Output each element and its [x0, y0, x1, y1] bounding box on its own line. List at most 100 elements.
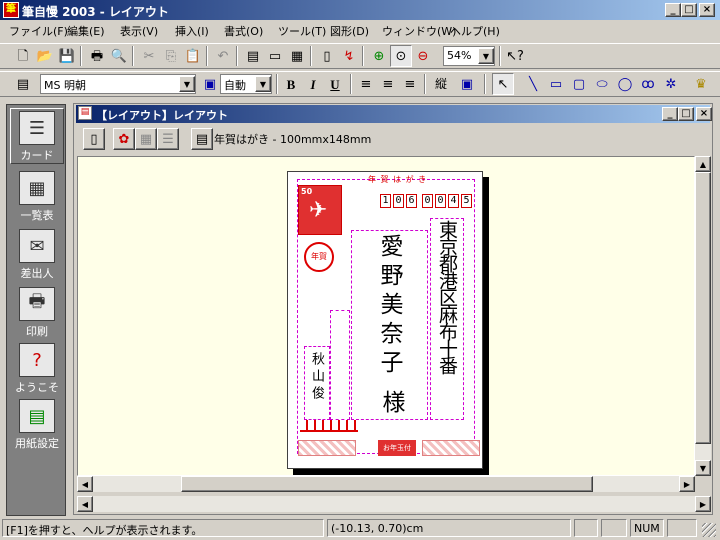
vscroll-thumb[interactable]	[695, 172, 711, 444]
stamp-image: 50 ✈	[298, 185, 342, 235]
horizontal-scrollbar[interactable]: ◀ ▶	[77, 476, 695, 492]
font-dropdown-icon[interactable]: ▼	[179, 76, 195, 92]
honorific: 様	[378, 390, 404, 413]
copy-icon[interactable]: ⎘	[160, 45, 182, 67]
table-view-icon[interactable]: ▦	[286, 45, 308, 67]
zip-digit[interactable]: 1	[380, 194, 391, 208]
grid-icon[interactable]: ▦	[135, 128, 157, 150]
decoration-icon[interactable]: ♛	[690, 73, 712, 95]
outer-horizontal-scrollbar[interactable]: ◀ ▶	[77, 496, 711, 512]
card-view-icon[interactable]: ▤	[242, 45, 264, 67]
zip-digit[interactable]: 0	[422, 194, 433, 208]
menu-window[interactable]: ウィンドウ(W)	[382, 23, 456, 39]
circle-tool-icon[interactable]: ◯	[614, 73, 636, 95]
sidebar-item-label: 印刷	[26, 325, 48, 338]
select-pointer-icon[interactable]: ↖	[492, 73, 514, 95]
align-center-icon[interactable]: ≡	[377, 73, 399, 95]
status-help-text: [F1]を押すと、ヘルプが表示されます。	[2, 519, 324, 537]
align-right-icon[interactable]: ≡	[399, 73, 421, 95]
layout-window: ▤ 【レイアウト】レイアウト _ □ × ▯ ✿ ▦ ☰ ▤ 年賀はがき - 1…	[73, 103, 713, 515]
save-icon[interactable]: 💾	[56, 45, 78, 67]
style-icon[interactable]: ▤	[12, 73, 34, 95]
paste-icon[interactable]: 📋	[182, 45, 204, 67]
sidebar-item-card[interactable]: ☰ カード	[10, 108, 64, 164]
address-text: 東京都港区麻布十番	[436, 220, 458, 373]
child-close-button[interactable]: ×	[696, 107, 712, 121]
frame-icon[interactable]: ▣	[456, 73, 478, 95]
outer-scroll-left-icon[interactable]: ◀	[77, 496, 93, 512]
close-button[interactable]: ×	[699, 3, 715, 17]
ellipse-tool-icon[interactable]: ⬭	[591, 73, 613, 95]
italic-button[interactable]: I	[302, 73, 324, 95]
effect-tool-icon[interactable]: ✲	[660, 73, 682, 95]
menu-view[interactable]: 表示(V)	[120, 23, 158, 39]
vertical-scrollbar[interactable]: ▲ ▼	[695, 156, 711, 476]
child-maximize-button[interactable]: □	[678, 107, 694, 121]
outer-scroll-right-icon[interactable]: ▶	[695, 496, 711, 512]
scroll-right-icon[interactable]: ▶	[679, 476, 695, 492]
rect-tool-icon[interactable]: ▭	[545, 73, 567, 95]
help-pointer-icon[interactable]: ↖?	[504, 45, 526, 67]
bold-button[interactable]: B	[280, 73, 302, 95]
menu-help[interactable]: ヘルプ(H)	[450, 23, 500, 39]
sidebar-item-welcome[interactable]: ? ようこそ	[10, 339, 64, 395]
sidebar-item-print[interactable]: 🖶 印刷	[10, 283, 64, 339]
zoom-in-icon[interactable]: ⊕	[368, 45, 390, 67]
maximize-button[interactable]: □	[681, 3, 697, 17]
menu-insert[interactable]: 挿入(I)	[175, 23, 209, 39]
layout-canvas[interactable]: 年 賀 は が き 50 ✈ 1 0 6 0 0 4 5 年賀 東京都港区麻布十…	[77, 156, 695, 476]
font-name-select[interactable]: MS 明朝	[40, 74, 196, 94]
minimize-button[interactable]: _	[665, 3, 681, 17]
page-icon[interactable]: ▯	[316, 45, 338, 67]
sidebar-item-paper-setup[interactable]: ▤ 用紙設定	[10, 395, 64, 451]
zip-digit[interactable]: 5	[461, 194, 472, 208]
zip-digit[interactable]: 0	[393, 194, 404, 208]
menu-file[interactable]: ファイル(F)	[9, 23, 68, 39]
align-left-icon[interactable]: ≡	[355, 73, 377, 95]
sidebar-item-label: 用紙設定	[15, 437, 59, 450]
scroll-up-icon[interactable]: ▲	[695, 156, 711, 172]
zoom-fit-icon[interactable]: ⊙	[390, 45, 412, 67]
zip-digit[interactable]: 0	[435, 194, 446, 208]
vertical-text-button[interactable]: 縦	[430, 73, 452, 95]
zoom-out-icon[interactable]: ⊖	[412, 45, 434, 67]
print-icon[interactable]: 🖶	[86, 45, 108, 67]
zip-digit[interactable]: 4	[448, 194, 459, 208]
scroll-left-icon[interactable]: ◀	[77, 476, 93, 492]
freeform-tool-icon[interactable]: ꝏ	[637, 73, 659, 95]
menu-tools[interactable]: ツール(T)	[278, 23, 326, 39]
sidebar-item-list[interactable]: ▦ 一覧表	[10, 167, 64, 223]
zoom-dropdown-icon[interactable]: ▼	[478, 48, 494, 64]
rounded-rect-tool-icon[interactable]: ▢	[568, 73, 590, 95]
rows-icon[interactable]: ☰	[157, 128, 179, 150]
layout-view-icon[interactable]: ▭	[264, 45, 286, 67]
page-settings-icon[interactable]: ▯	[83, 128, 105, 150]
resize-grip-icon[interactable]	[702, 523, 716, 537]
menu-shapes[interactable]: 図形(D)	[330, 23, 369, 39]
status-pane-empty1	[574, 519, 598, 537]
paper-type-icon[interactable]: ▤	[191, 128, 213, 150]
undo-icon[interactable]: ↶	[212, 45, 234, 67]
stamp-icon[interactable]: ✿	[113, 128, 135, 150]
size-dropdown-icon[interactable]: ▼	[255, 76, 271, 92]
font-size-icon: ▣	[203, 76, 217, 92]
cut-icon[interactable]: ✂	[138, 45, 160, 67]
line-tool-icon[interactable]: ╲	[522, 73, 544, 95]
sidebar-item-sender[interactable]: ✉ 差出人	[10, 225, 64, 281]
sender-address-frame[interactable]	[330, 310, 350, 420]
scroll-down-icon[interactable]: ▼	[695, 460, 711, 476]
open-folder-icon[interactable]: 📂	[34, 45, 56, 67]
child-minimize-button[interactable]: _	[662, 107, 678, 121]
print-preview-icon[interactable]: 🔍	[108, 45, 130, 67]
lottery-right	[422, 440, 480, 456]
underline-button[interactable]: U	[324, 73, 346, 95]
hscroll-thumb[interactable]	[181, 476, 593, 492]
paper-type-label[interactable]: 年賀はがき - 100mmx148mm	[214, 131, 371, 147]
menu-format[interactable]: 書式(O)	[224, 23, 263, 39]
zip-digit[interactable]: 6	[406, 194, 417, 208]
lottery-left	[298, 440, 356, 456]
postcard[interactable]: 年 賀 は が き 50 ✈ 1 0 6 0 0 4 5 年賀 東京都港区麻布十…	[287, 171, 483, 469]
swap-icon[interactable]: ↯	[338, 45, 360, 67]
menu-edit[interactable]: 編集(E)	[67, 23, 105, 39]
new-file-icon[interactable]: 🗋	[12, 45, 34, 67]
